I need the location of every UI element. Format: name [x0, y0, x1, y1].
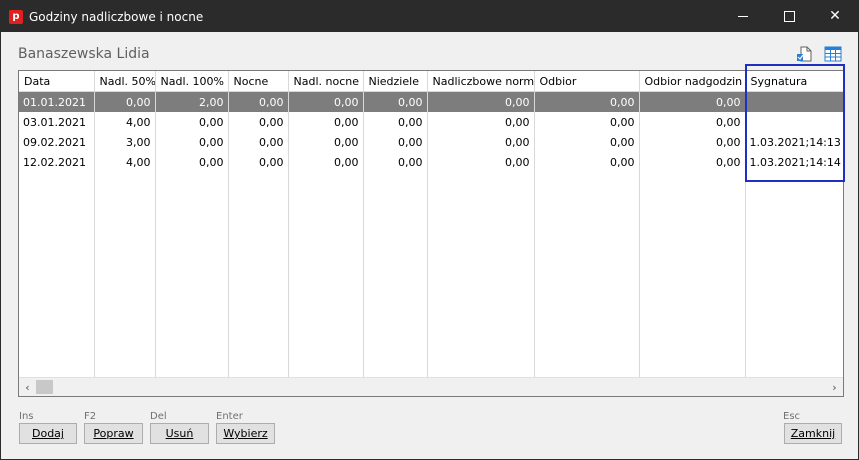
column-header-date[interactable]: Data [19, 71, 95, 92]
window-title: Godziny nadliczbowe i nocne [29, 10, 204, 24]
column-header-signature[interactable]: Sygnatura [745, 71, 843, 92]
column-header-overtime-collection[interactable]: Odbior nadgodzin [639, 71, 746, 92]
cell-date: 09.02.2021 [19, 132, 95, 152]
cell-night: 0,00 [228, 152, 289, 172]
shortcut-delete: Del [150, 411, 167, 422]
cell-night: 0,00 [228, 132, 289, 152]
cell-overtime-norm: 0,00 [427, 91, 535, 112]
app-logo-icon: p [9, 10, 23, 24]
cell-overtime-100: 0,00 [155, 152, 229, 172]
overtime-data-table: Data Nadl. 50% Nadl. 100% Nocne Nadl. no… [19, 71, 843, 172]
table-row[interactable]: 03.01.2021 4,00 0,00 0,00 0,00 0,00 0,00… [19, 112, 843, 132]
cell-collection: 0,00 [534, 152, 640, 172]
cell-overtime-collection: 0,00 [639, 112, 746, 132]
close-icon: ✕ [829, 8, 841, 24]
edit-button[interactable]: Popraw [84, 423, 143, 444]
cell-overtime-50: 4,00 [94, 152, 156, 172]
cell-date: 01.01.2021 [19, 91, 95, 112]
cell-overtime-norm: 0,00 [427, 152, 535, 172]
shortcut-add: Ins [19, 411, 34, 422]
cell-overtime-norm: 0,00 [427, 112, 535, 132]
table-row[interactable]: 09.02.2021 3,00 0,00 0,00 0,00 0,00 0,00… [19, 132, 843, 152]
cell-overtime-night: 0,00 [288, 152, 364, 172]
title-bar[interactable]: p Godziny nadliczbowe i nocne ✕ [1, 1, 858, 32]
column-header-sundays[interactable]: Niedziele [363, 71, 428, 92]
table-row[interactable]: 12.02.2021 4,00 0,00 0,00 0,00 0,00 0,00… [19, 152, 843, 172]
cell-overtime-50: 0,00 [94, 91, 156, 112]
choose-button[interactable]: Wybierz [216, 423, 275, 444]
close-button[interactable]: Zamknij [784, 423, 842, 444]
cell-signature: 1.03.2021;14:13 [745, 132, 843, 152]
cell-overtime-collection: 0,00 [639, 91, 746, 112]
cell-overtime-100: 0,00 [155, 132, 229, 152]
column-header-overtime-50[interactable]: Nadl. 50% [94, 71, 156, 92]
close-window-button[interactable]: ✕ [812, 1, 858, 32]
column-header-collection[interactable]: Odbior [534, 71, 640, 92]
cell-overtime-collection: 0,00 [639, 152, 746, 172]
table-header-row: Data Nadl. 50% Nadl. 100% Nocne Nadl. no… [19, 71, 843, 92]
cell-overtime-night: 0,00 [288, 91, 364, 112]
cell-signature: 1.03.2021;14:14 [745, 152, 843, 172]
cell-sundays: 0,00 [363, 132, 428, 152]
cell-sundays: 0,00 [363, 112, 428, 132]
cell-collection: 0,00 [534, 91, 640, 112]
horizontal-scrollbar[interactable]: ‹ › [19, 377, 843, 396]
overtime-table[interactable]: Data Nadl. 50% Nadl. 100% Nocne Nadl. no… [18, 70, 844, 397]
dialog-window: p Godziny nadliczbowe i nocne ✕ Banaszew… [0, 0, 859, 460]
cell-overtime-collection: 0,00 [639, 132, 746, 152]
add-button[interactable]: Dodaj [19, 423, 77, 444]
cell-overtime-100: 0,00 [155, 112, 229, 132]
delete-button[interactable]: Usuń [150, 423, 209, 444]
table-icon[interactable] [824, 45, 842, 63]
cell-sundays: 0,00 [363, 152, 428, 172]
column-header-overtime-norm[interactable]: Nadliczbowe norma [427, 71, 535, 92]
employee-name: Banaszewska Lidia [18, 46, 150, 62]
cell-signature [745, 91, 843, 112]
cell-date: 03.01.2021 [19, 112, 95, 132]
minimize-icon [738, 15, 748, 17]
maximize-button[interactable] [766, 1, 812, 32]
column-header-overtime-100[interactable]: Nadl. 100% [155, 71, 229, 92]
shortcut-edit: F2 [84, 411, 97, 422]
cell-overtime-norm: 0,00 [427, 132, 535, 152]
maximize-icon [783, 10, 795, 22]
cell-overtime-50: 4,00 [94, 112, 156, 132]
cell-signature [745, 112, 843, 132]
cell-night: 0,00 [228, 91, 289, 112]
cell-overtime-100: 2,00 [155, 91, 229, 112]
column-header-night[interactable]: Nocne [228, 71, 289, 92]
export-icon[interactable] [796, 45, 814, 63]
cell-overtime-night: 0,00 [288, 132, 364, 152]
cell-sundays: 0,00 [363, 91, 428, 112]
cell-overtime-night: 0,00 [288, 112, 364, 132]
cell-night: 0,00 [228, 112, 289, 132]
shortcut-choose: Enter [216, 411, 243, 422]
cell-date: 12.02.2021 [19, 152, 95, 172]
shortcut-close: Esc [783, 411, 801, 422]
minimize-button[interactable] [720, 1, 766, 32]
scroll-thumb[interactable] [36, 380, 53, 394]
column-header-overtime-night[interactable]: Nadl. nocne [288, 71, 364, 92]
scroll-left-icon[interactable]: ‹ [19, 378, 36, 396]
scroll-right-icon[interactable]: › [826, 378, 843, 396]
table-row[interactable]: 01.01.2021 0,00 2,00 0,00 0,00 0,00 0,00… [19, 91, 843, 112]
cell-collection: 0,00 [534, 112, 640, 132]
cell-collection: 0,00 [534, 132, 640, 152]
cell-overtime-50: 3,00 [94, 132, 156, 152]
